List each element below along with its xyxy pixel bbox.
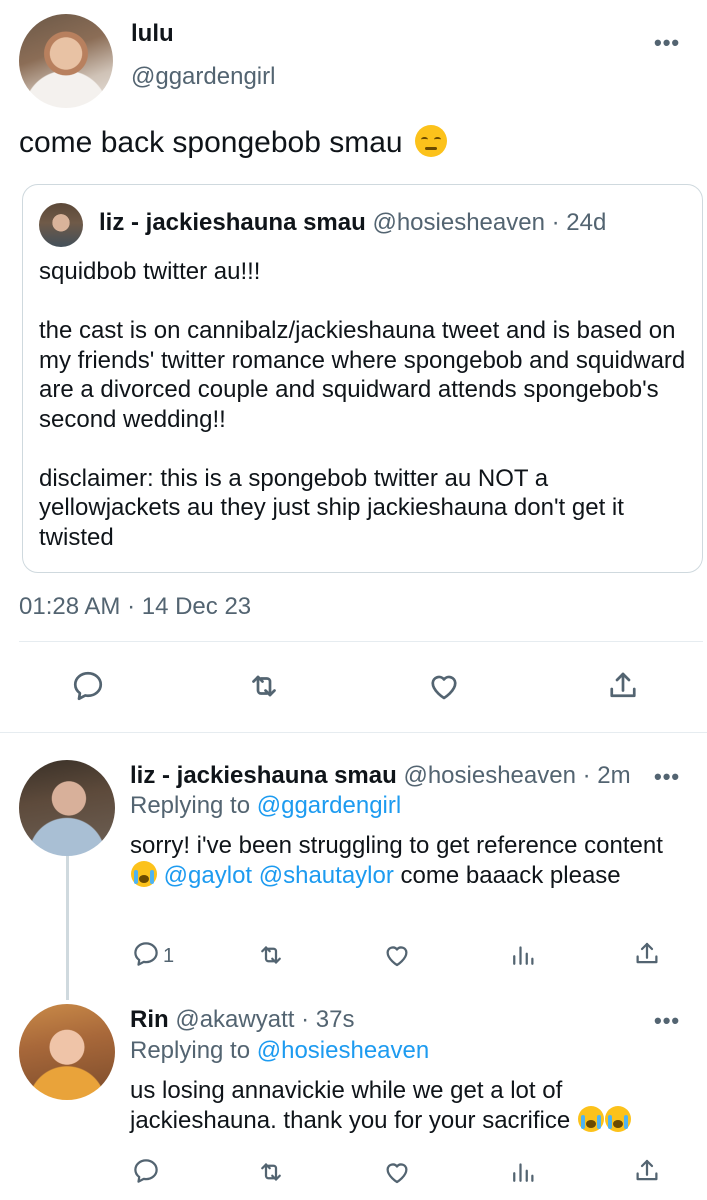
retweet-icon[interactable] <box>256 1157 288 1189</box>
more-options-icon[interactable]: ••• <box>654 30 680 56</box>
display-name[interactable]: liz - jackieshauna smau <box>130 762 397 789</box>
mention-link[interactable]: @gaylot <box>164 862 252 889</box>
share-icon[interactable] <box>605 668 641 704</box>
mention-link[interactable]: @hosiesheaven <box>257 1037 429 1064</box>
mention-link[interactable]: @shautaylor <box>259 862 394 889</box>
quoted-tweet-header: liz - jackieshauna smau @hosiesheaven · … <box>99 209 606 237</box>
reply-icon[interactable] <box>131 1156 163 1188</box>
time[interactable]: · 37s <box>301 1006 354 1033</box>
analytics-icon[interactable] <box>508 1157 540 1189</box>
more-options-icon[interactable]: ••• <box>654 1008 680 1034</box>
reply-header: Rin @akawyatt · 37s <box>130 1006 354 1034</box>
like-icon[interactable] <box>382 940 414 972</box>
quoted-handle: @hosiesheaven <box>372 209 545 236</box>
quoted-time: · 24d <box>551 209 607 236</box>
reply-icon[interactable] <box>131 939 163 971</box>
main-tweet: lulu @ggardengirl ••• come back spongebo… <box>0 0 707 732</box>
avatar[interactable] <box>19 1004 115 1100</box>
retweet-icon[interactable] <box>256 940 288 972</box>
display-name[interactable]: Rin <box>130 1006 169 1033</box>
tweet-text: come back spongebob smau <box>19 124 447 162</box>
quoted-paragraph: squidbob twitter au!!! <box>39 258 261 285</box>
handle[interactable]: @akawyatt <box>175 1006 294 1033</box>
replying-to: Replying to @hosiesheaven <box>130 1037 430 1064</box>
share-icon[interactable] <box>632 1156 664 1188</box>
loudly-crying-face-emoji-icon <box>131 860 157 887</box>
avatar[interactable] <box>19 760 115 856</box>
quoted-tweet-text: squidbob twitter au!!! the cast is on ca… <box>39 257 689 552</box>
retweet-icon[interactable] <box>246 668 282 704</box>
like-icon[interactable] <box>426 668 462 704</box>
divider <box>19 641 703 642</box>
reply-text: us losing annavickie while we get a lot … <box>130 1076 690 1135</box>
tweet-timestamp[interactable]: 01:28 AM · 14 Dec 23 <box>19 593 251 621</box>
handle[interactable]: @hosiesheaven <box>403 762 575 789</box>
pensive-face-emoji-icon <box>414 125 447 157</box>
quoted-display-name: liz - jackieshauna smau <box>99 209 366 236</box>
display-name[interactable]: lulu <box>131 20 174 48</box>
reply-tweet[interactable]: Rin @akawyatt · 37s ••• Replying to @hos… <box>0 996 707 1200</box>
loudly-crying-face-emoji-icon <box>577 1105 604 1132</box>
handle[interactable]: @ggardengirl <box>131 63 275 91</box>
divider <box>0 732 707 733</box>
mention-link[interactable]: @ggardengirl <box>257 792 401 819</box>
reply-tweet[interactable]: liz - jackieshauna smau @hosiesheaven · … <box>0 752 707 992</box>
reply-icon[interactable] <box>70 668 106 704</box>
avatar <box>39 203 83 247</box>
reply-count: 1 <box>163 945 175 967</box>
quoted-paragraph: disclaimer: this is a spongebob twitter … <box>39 464 624 551</box>
quoted-paragraph: the cast is on cannibalz/jackieshauna tw… <box>39 317 686 433</box>
like-icon[interactable] <box>382 1157 414 1189</box>
reply-text: sorry! i've been struggling to get refer… <box>130 832 663 889</box>
avatar[interactable] <box>19 14 113 108</box>
replying-to: Replying to @ggardengirl <box>130 792 402 819</box>
quoted-tweet[interactable]: liz - jackieshauna smau @hosiesheaven · … <box>22 184 703 573</box>
reply-header: liz - jackieshauna smau @hosiesheaven · … <box>130 762 631 790</box>
more-options-icon[interactable]: ••• <box>654 764 680 790</box>
share-icon[interactable] <box>632 939 664 971</box>
time[interactable]: · 2m <box>583 762 631 789</box>
analytics-icon[interactable] <box>508 940 540 972</box>
loudly-crying-face-emoji-icon <box>604 1105 631 1132</box>
